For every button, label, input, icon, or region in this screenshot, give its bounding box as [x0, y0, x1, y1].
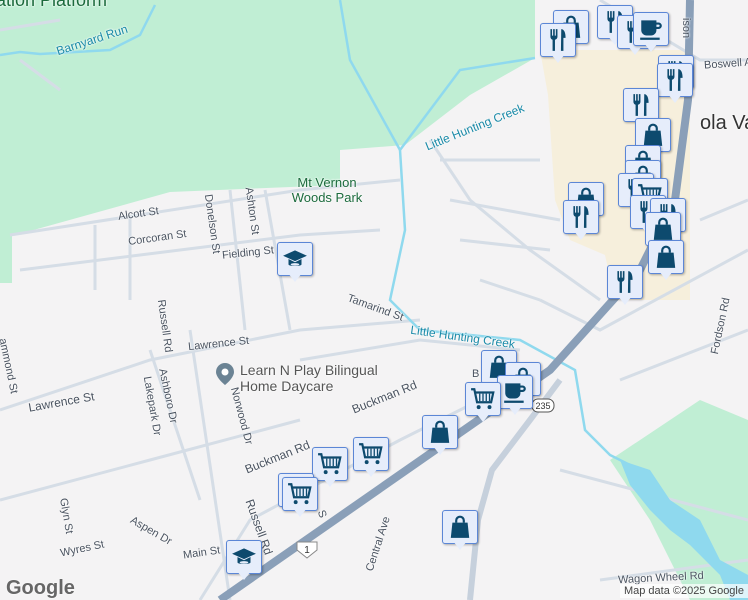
label-platform: ation Platform	[0, 0, 108, 10]
cart-icon	[358, 441, 384, 467]
marker-pointer	[288, 273, 302, 282]
cup-icon	[502, 379, 528, 405]
marker-pointer	[659, 271, 673, 280]
route-shield-us1: 1	[296, 541, 318, 559]
marker-pointer	[551, 54, 565, 63]
map-marker-cup[interactable]	[497, 375, 533, 419]
google-logo: Google	[6, 577, 75, 599]
marker-pointer	[293, 508, 307, 517]
cart-icon	[470, 386, 496, 412]
marker-pointer	[453, 541, 467, 550]
map-marker-bag[interactable]	[442, 510, 478, 554]
school-icon	[282, 246, 308, 272]
map-marker-cart[interactable]	[282, 477, 318, 521]
label-b: B	[472, 368, 480, 380]
marker-pointer	[574, 231, 588, 240]
map-marker-fork[interactable]	[607, 265, 643, 309]
map-marker-fork[interactable]	[657, 63, 693, 107]
bag-icon	[653, 244, 679, 270]
poi-daycare-label: Learn N Play Bilingual Home Daycare	[240, 362, 378, 394]
label-locality: ola Valley	[700, 112, 748, 134]
map-marker-fork[interactable]	[540, 23, 576, 67]
fork-icon	[662, 67, 688, 93]
marker-pointer	[644, 43, 658, 52]
cart-icon	[317, 451, 343, 477]
fork-icon	[628, 92, 654, 118]
marker-pointer	[668, 94, 682, 103]
marker-pointer	[364, 468, 378, 477]
fork-icon	[612, 269, 638, 295]
map-marker-cup[interactable]	[633, 12, 669, 56]
bag-icon	[447, 514, 473, 540]
marker-pointer	[476, 413, 490, 422]
cart-icon	[287, 481, 313, 507]
marker-pointer	[508, 406, 522, 415]
marker-pointer	[618, 296, 632, 305]
map-attribution: Map data ©2025 Google	[619, 584, 748, 598]
map-marker-fork[interactable]	[563, 200, 599, 244]
school-icon	[231, 544, 257, 570]
map-marker-school[interactable]	[277, 242, 313, 286]
map-marker-cart[interactable]	[353, 437, 389, 481]
fork-icon	[568, 204, 594, 230]
marker-pointer	[323, 478, 337, 487]
map-marker-bag[interactable]	[422, 415, 458, 459]
map-marker-cart[interactable]	[465, 382, 501, 426]
marker-pointer	[237, 571, 251, 580]
map-marker-bag[interactable]	[648, 240, 684, 284]
map-pin-icon	[216, 363, 234, 385]
label-park: Mt Vernon Woods Park	[291, 175, 363, 205]
marker-pointer	[433, 446, 447, 455]
label-ison: ison	[680, 17, 693, 39]
us1-shield-label: 1	[304, 545, 310, 556]
cup-icon	[638, 16, 664, 42]
map-marker-school[interactable]	[226, 540, 262, 584]
bag-icon	[427, 419, 453, 445]
fork-icon	[545, 27, 571, 53]
bag-icon	[650, 216, 676, 242]
